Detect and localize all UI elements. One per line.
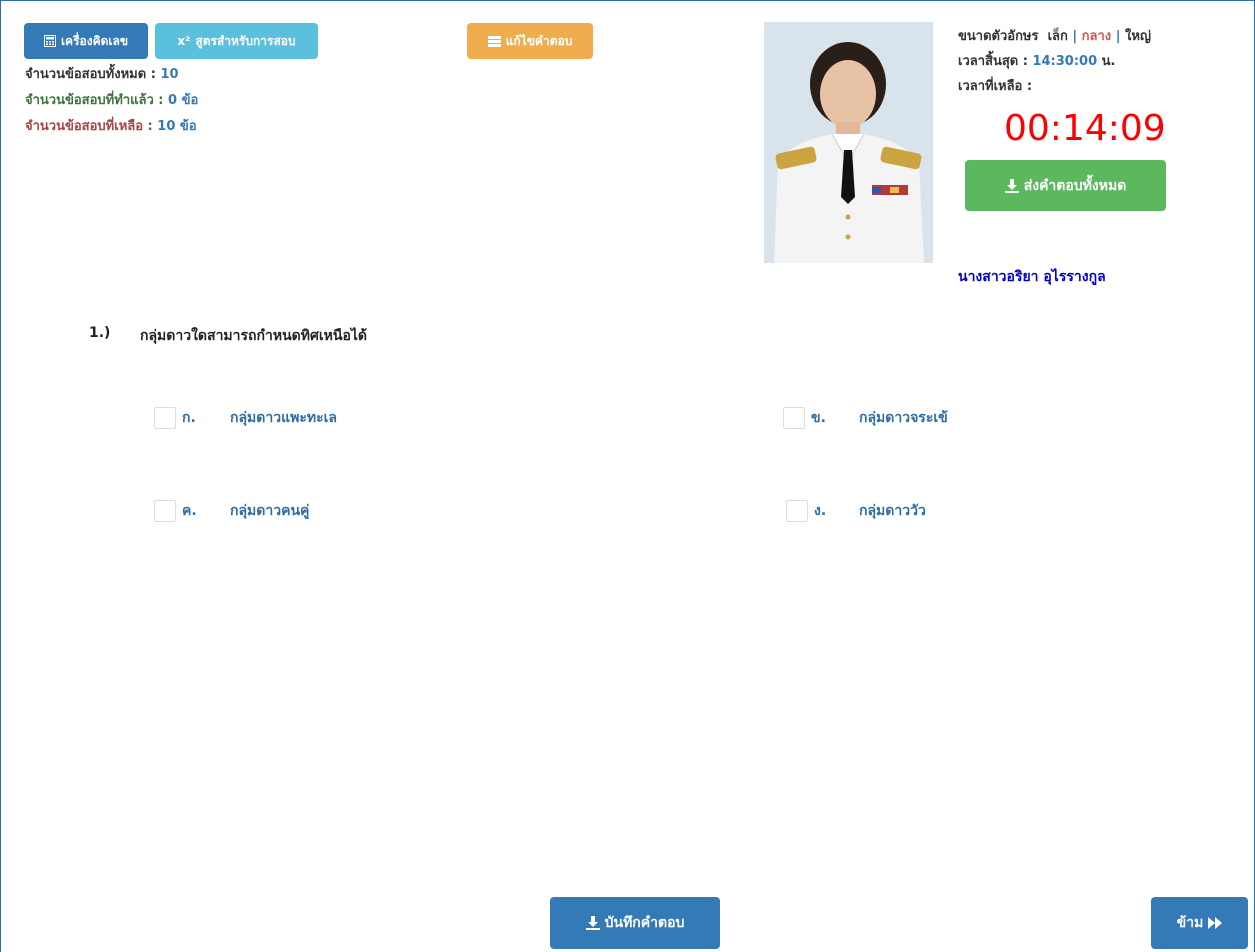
- end-time-label: เวลาสิ้นสุด :: [958, 54, 1028, 69]
- list-icon: [487, 35, 501, 47]
- choice-checkbox[interactable]: [786, 500, 808, 522]
- formula-label: สูตรสำหรับการสอบ: [195, 33, 296, 48]
- formula-icon: x²: [177, 34, 191, 48]
- total-value: 10: [160, 67, 179, 82]
- edit-answer-label: แก้ไขคำตอบ: [505, 33, 573, 48]
- remaining-label: จำนวนข้อสอบที่เหลือ :: [25, 119, 153, 134]
- choice-3[interactable]: ค. กลุ่มดาวคนคู่: [154, 500, 309, 522]
- choice-checkbox[interactable]: [783, 407, 805, 429]
- choice-text: กลุ่มดาวแพะทะเล: [230, 410, 337, 426]
- examinee-name: นางสาวอริยา อุไรรางกูล: [958, 269, 1106, 285]
- choice-text: กลุ่มดาวคนคู่: [230, 503, 310, 519]
- font-size-medium[interactable]: กลาง: [1082, 29, 1112, 44]
- choice-text: กลุ่มดาวจระเข้: [859, 410, 948, 426]
- save-answer-button[interactable]: บันทึกคำตอบ: [550, 897, 720, 949]
- font-size-selector: ขนาดตัวอักษร เล็ก | กลาง | ใหญ่: [958, 25, 1151, 46]
- edit-answer-button[interactable]: แก้ไขคำตอบ: [467, 23, 593, 59]
- choice-1[interactable]: ก. กลุ่มดาวแพะทะเล: [154, 407, 337, 429]
- remaining-questions: จำนวนข้อสอบที่เหลือ : 10 ข้อ: [25, 115, 197, 136]
- submit-all-label: ส่งคำตอบทั้งหมด: [1023, 177, 1127, 194]
- done-value: 0 ข้อ: [168, 93, 199, 108]
- choice-label: ก.: [182, 410, 196, 426]
- save-answer-label: บันทึกคำตอบ: [604, 915, 685, 931]
- choice-4[interactable]: ง. กลุ่มดาววัว: [786, 500, 926, 522]
- submit-all-button[interactable]: ส่งคำตอบทั้งหมด: [965, 160, 1166, 211]
- choice-label: ข.: [811, 410, 826, 426]
- font-size-label: ขนาดตัวอักษร: [958, 29, 1039, 44]
- font-size-sep-1: |: [1072, 29, 1078, 44]
- font-size-large[interactable]: ใหญ่: [1125, 29, 1151, 44]
- remaining-time-label: เวลาที่เหลือ :: [958, 79, 1033, 94]
- choice-text: กลุ่มดาววัว: [859, 503, 926, 519]
- choice-checkbox[interactable]: [154, 407, 176, 429]
- question-text: กลุ่มดาวใดสามารถกำหนดทิศเหนือได้: [140, 328, 367, 344]
- download-icon: [1004, 178, 1019, 193]
- end-time-value: 14:30:00: [1032, 54, 1098, 69]
- total-label: จำนวนข้อสอบทั้งหมด :: [25, 67, 156, 82]
- choice-2[interactable]: ข. กลุ่มดาวจระเข้: [783, 407, 948, 429]
- font-size-small[interactable]: เล็ก: [1048, 29, 1068, 44]
- calculator-label: เครื่องคิดเลข: [60, 33, 129, 48]
- skip-button[interactable]: ข้าม: [1151, 897, 1248, 949]
- download-icon: [585, 916, 600, 930]
- total-questions: จำนวนข้อสอบทั้งหมด : 10: [25, 63, 179, 84]
- remaining-value: 10 ข้อ: [157, 119, 197, 134]
- end-time: เวลาสิ้นสุด : 14:30:00 น.: [958, 50, 1116, 71]
- calculator-icon: [43, 35, 56, 47]
- done-questions: จำนวนข้อสอบที่ทำแล้ว : 0 ข้อ: [25, 89, 198, 110]
- font-size-sep-2: |: [1115, 29, 1121, 44]
- choice-label: ง.: [814, 503, 827, 519]
- skip-label: ข้าม: [1176, 915, 1204, 931]
- done-label: จำนวนข้อสอบที่ทำแล้ว :: [25, 93, 164, 108]
- choice-checkbox[interactable]: [154, 500, 176, 522]
- end-time-unit: น.: [1101, 54, 1116, 69]
- choice-label: ค.: [182, 503, 197, 519]
- examinee-photo: [764, 22, 933, 263]
- calculator-button[interactable]: เครื่องคิดเลข: [24, 23, 148, 59]
- question-number: 1.): [89, 325, 111, 341]
- formula-button[interactable]: x² สูตรสำหรับการสอบ: [155, 23, 318, 59]
- fast-forward-icon: [1208, 917, 1223, 929]
- countdown-timer: 00:14:09: [1004, 108, 1166, 149]
